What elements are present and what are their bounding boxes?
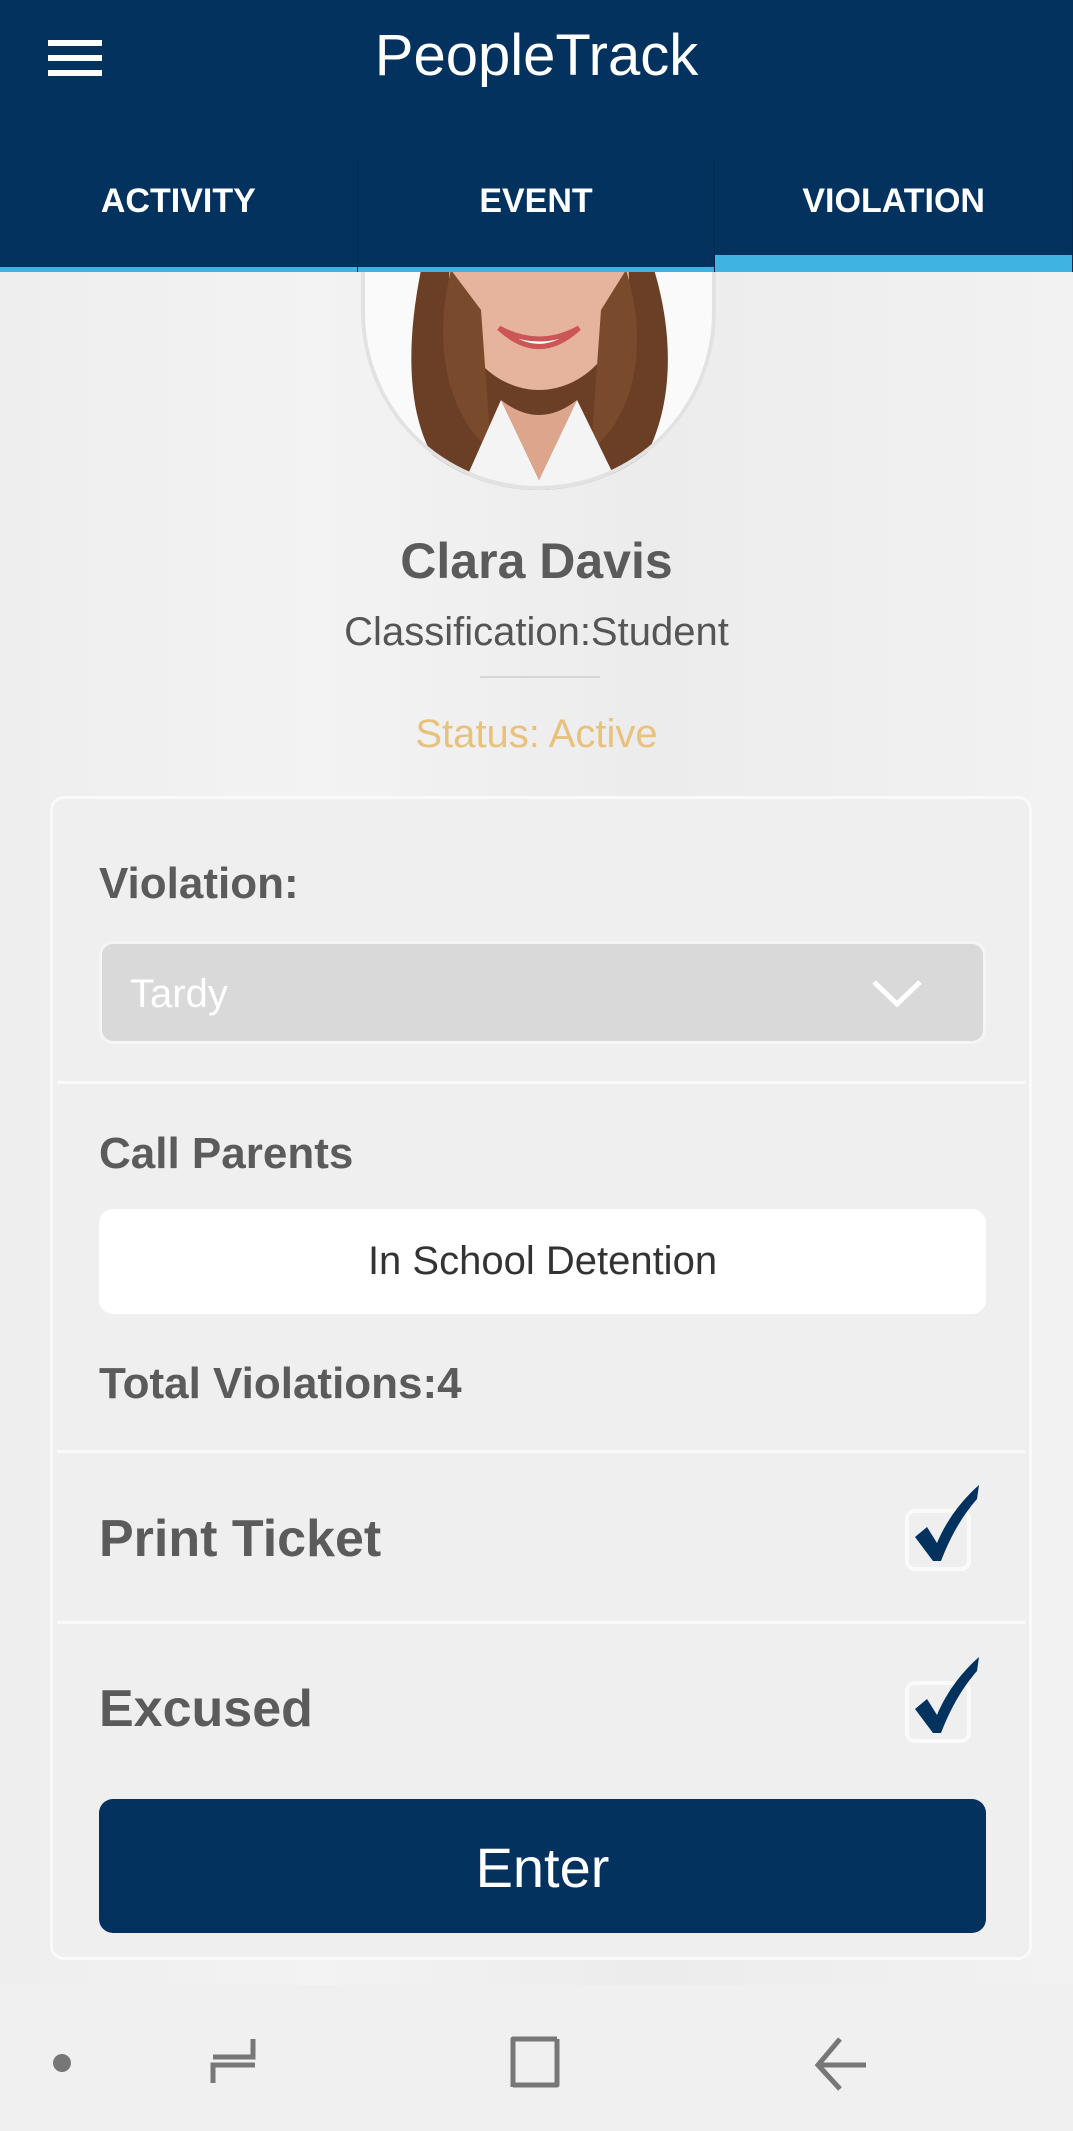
excused-label: Excused (99, 1680, 313, 1738)
print-ticket-checkbox[interactable] (905, 1485, 979, 1571)
divider (57, 1081, 1025, 1084)
call-parents-label: Call Parents (99, 1129, 354, 1178)
total-violations: Total Violations:4 (99, 1359, 462, 1408)
dot-icon (53, 2054, 71, 2072)
violation-select[interactable]: Tardy (99, 941, 986, 1044)
violation-label: Violation: (99, 859, 299, 908)
tab-bar: ACTIVITY EVENT VIOLATION (0, 160, 1073, 272)
app-header: PeopleTrack ACTIVITY EVENT VIOLATION (0, 0, 1073, 272)
tab-event[interactable]: EVENT (357, 160, 716, 272)
divider (57, 1450, 1025, 1453)
divider (480, 676, 600, 678)
person-name: Clara Davis (400, 533, 673, 589)
status-text: Status: Active (415, 712, 658, 756)
checkmark-icon (915, 1485, 979, 1561)
violation-value: Tardy (130, 972, 228, 1016)
checkmark-icon (915, 1657, 979, 1733)
system-nav-bar (0, 1985, 1073, 2131)
enter-button[interactable]: Enter (99, 1799, 986, 1933)
tab-activity[interactable]: ACTIVITY (0, 160, 358, 272)
chevron-down-icon (872, 980, 922, 1008)
violation-card: Violation: Tardy Call Parents In School … (50, 796, 1032, 1960)
consequence-field[interactable]: In School Detention (99, 1209, 986, 1314)
home-icon[interactable] (505, 2035, 565, 2095)
avatar (361, 272, 716, 490)
excused-checkbox[interactable] (905, 1657, 979, 1743)
back-icon[interactable] (810, 2035, 870, 2095)
print-ticket-label: Print Ticket (99, 1510, 382, 1568)
classification: Classification:Student (344, 610, 729, 654)
app-title: PeopleTrack (374, 23, 699, 88)
divider (57, 1621, 1025, 1624)
recents-icon[interactable] (205, 2035, 265, 2095)
tab-violation[interactable]: VIOLATION (715, 160, 1073, 272)
